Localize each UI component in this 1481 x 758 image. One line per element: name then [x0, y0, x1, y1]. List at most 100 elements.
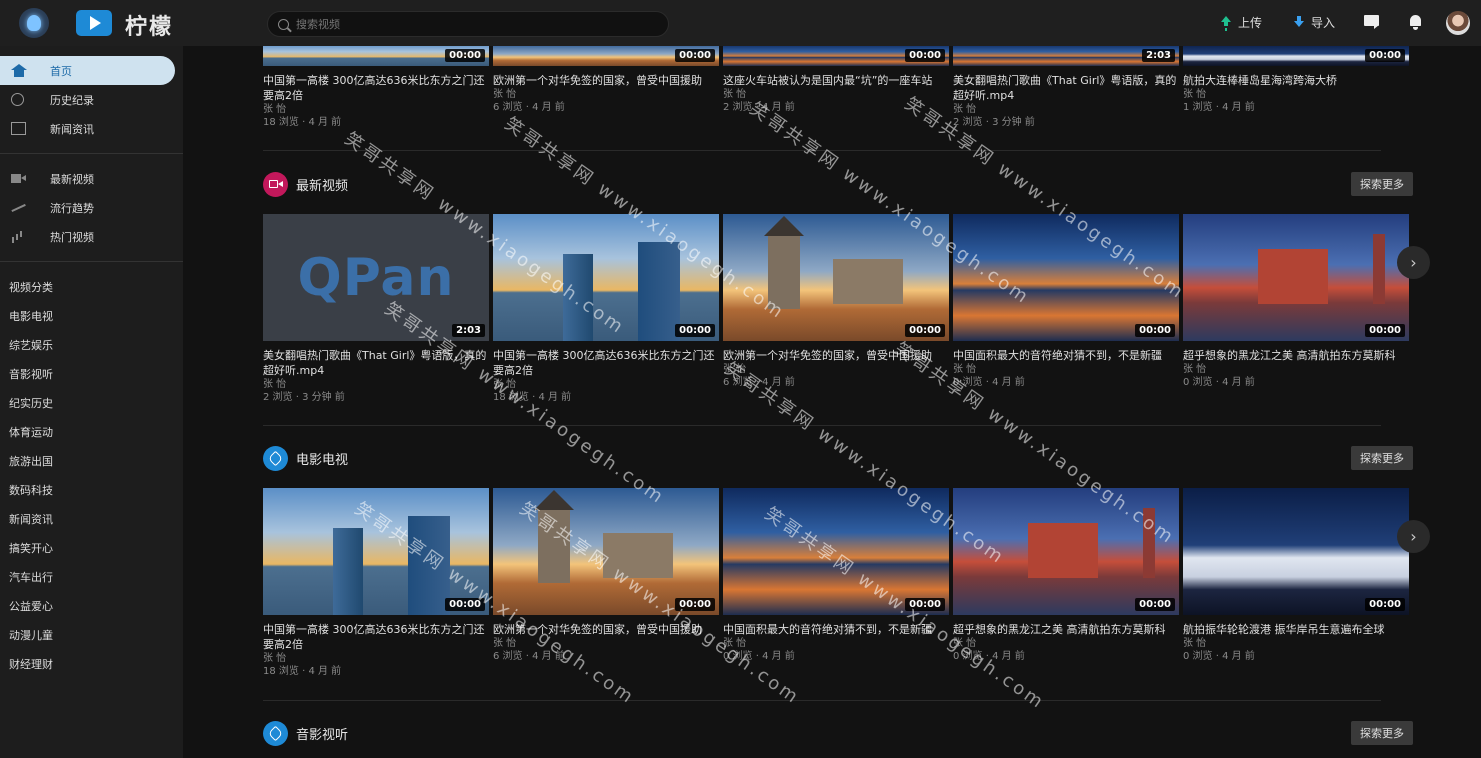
play-logo-icon[interactable] — [76, 10, 112, 36]
video-author[interactable]: 张 怡 — [1183, 88, 1409, 101]
sidebar-category-item[interactable]: 新闻资讯 — [0, 504, 183, 533]
top-header: 柠檬 上传 导入 — [0, 0, 1481, 46]
video-author[interactable]: 张 怡 — [493, 637, 719, 650]
video-author[interactable]: 张 怡 — [263, 378, 489, 391]
sidebar-item-hot[interactable]: 热门视频 — [0, 222, 183, 251]
sidebar-category-item[interactable]: 数码科技 — [0, 475, 183, 504]
video-thumbnail[interactable]: QPan 2:03 — [263, 214, 489, 341]
sidebar-category-item[interactable]: 体育运动 — [0, 417, 183, 446]
sidebar-category-item[interactable]: 纪实历史 — [0, 388, 183, 417]
video-card[interactable]: 00:00 超乎想象的黑龙江之美 高清航拍东方莫斯科张 怡0 浏览 · 4 月 前 — [1183, 214, 1409, 389]
video-card[interactable]: 00:00 中国面积最大的音符绝对猜不到，不是新疆张 怡0 浏览 · 4 月 前 — [953, 214, 1179, 389]
video-thumbnail[interactable]: 00:00 — [953, 488, 1179, 615]
video-title[interactable]: 航拍大连棒棰岛星海湾跨海大桥 — [1183, 73, 1409, 88]
sidebar-category-item[interactable]: 汽车出行 — [0, 562, 183, 591]
video-author[interactable]: 张 怡 — [953, 637, 1179, 650]
video-author[interactable]: 张 怡 — [263, 652, 489, 665]
sidebar-category-item[interactable]: 电影电视 — [0, 301, 183, 330]
explore-more-button[interactable]: 探索更多 — [1351, 721, 1413, 745]
bell-icon[interactable] — [1407, 14, 1425, 32]
video-title[interactable]: 美女翻唱热门歌曲《That Girl》粤语版，真的超好听.mp4 — [263, 348, 489, 378]
sidebar-category-item[interactable]: 动漫儿童 — [0, 620, 183, 649]
explore-more-button[interactable]: 探索更多 — [1351, 446, 1413, 470]
video-thumbnail[interactable]: 00:00 — [723, 488, 949, 615]
sidebar-category-item[interactable]: 音影视听 — [0, 359, 183, 388]
video-thumbnail[interactable]: 2:03 — [953, 46, 1179, 66]
sidebar-category-item[interactable]: 公益爱心 — [0, 591, 183, 620]
sidebar-category-item[interactable]: 综艺娱乐 — [0, 330, 183, 359]
video-author[interactable]: 张 怡 — [263, 103, 489, 116]
explore-more-button[interactable]: 探索更多 — [1351, 172, 1413, 196]
video-title[interactable]: 中国第一高楼 300亿高达636米比东方之门还要高2倍 — [263, 622, 489, 652]
video-card[interactable]: QPan 2:03 美女翻唱热门歌曲《That Girl》粤语版，真的超好听.mp4… — [263, 214, 489, 404]
duration-badge: 00:00 — [1365, 49, 1405, 62]
video-title[interactable]: 中国第一高楼 300亿高达636米比东方之门还要高2倍 — [493, 348, 719, 378]
video-meta: 2 浏览 · 3 分钟 前 — [263, 392, 345, 403]
video-card[interactable]: 00:00 中国第一高楼 300亿高达636米比东方之门还要高2倍张 怡 18 浏览… — [493, 214, 719, 404]
chevron-right-icon[interactable]: › — [1397, 246, 1430, 279]
video-thumbnail[interactable]: 00:00 — [263, 488, 489, 615]
video-author[interactable]: 张 怡 — [723, 637, 949, 650]
video-title[interactable]: 航拍振华轮轮渡港 振华岸吊生意遍布全球 — [1183, 622, 1409, 637]
video-author[interactable]: 张 怡 — [953, 103, 1179, 116]
video-card[interactable]: 00:00 中国面积最大的音符绝对猜不到，不是新疆张 怡0 浏览 · 4 月 前 — [723, 488, 949, 663]
sidebar-category-item[interactable]: 搞笑开心 — [0, 533, 183, 562]
video-thumbnail[interactable]: 00:00 — [493, 46, 719, 66]
video-title[interactable]: 中国面积最大的音符绝对猜不到，不是新疆 — [723, 622, 949, 637]
chat-icon[interactable] — [1363, 14, 1381, 32]
video-thumbnail[interactable]: 00:00 — [493, 214, 719, 341]
video-author[interactable]: 张 怡 — [1183, 363, 1409, 376]
sidebar-item-trending[interactable]: 流行趋势 — [0, 193, 183, 222]
video-thumbnail[interactable]: 00:00 — [493, 488, 719, 615]
video-author[interactable]: 张 怡 — [1183, 637, 1409, 650]
video-thumbnail[interactable]: 00:00 — [723, 46, 949, 66]
sidebar-item-news[interactable]: 新闻资讯 — [0, 114, 183, 143]
search-bar[interactable] — [267, 11, 669, 37]
import-button[interactable]: 导入 — [1293, 14, 1335, 31]
sidebar-item-label: 新闻资讯 — [50, 122, 94, 136]
video-card[interactable]: 00:00 中国第一高楼 300亿高达636米比东方之门还要高2倍张 怡 18 浏览… — [263, 46, 489, 129]
video-card[interactable]: 00:00 欧洲第一个对华免签的国家，曾受中国援助张 怡6 浏览 · 4 月 前 — [493, 46, 719, 114]
video-title[interactable]: 欧洲第一个对华免签的国家，曾受中国援助 — [493, 73, 719, 88]
chevron-right-icon[interactable]: › — [1397, 520, 1430, 553]
video-card[interactable]: 00:00 欧洲第一个对华免签的国家，曾受中国援助张 怡6 浏览 · 4 月 前 — [493, 488, 719, 663]
sidebar-category-item[interactable]: 财经理财 — [0, 649, 183, 678]
bulb-icon[interactable] — [19, 8, 49, 38]
video-title[interactable]: 这座火车站被认为是国内最“坑”的一座车站 — [723, 73, 949, 88]
video-card[interactable]: 00:00 航拍大连棒棰岛星海湾跨海大桥张 怡1 浏览 · 4 月 前 — [1183, 46, 1409, 114]
video-title[interactable]: 中国第一高楼 300亿高达636米比东方之门还要高2倍 — [263, 73, 489, 103]
sidebar-item-home[interactable]: 首页 — [0, 56, 175, 85]
sidebar-item-history[interactable]: 历史纪录 — [0, 85, 183, 114]
video-card[interactable]: 2:03 美女翻唱热门歌曲《That Girl》粤语版，真的超好听.mp4 张 怡2… — [953, 46, 1179, 129]
avatar[interactable] — [1446, 11, 1470, 35]
video-thumbnail[interactable]: 00:00 — [263, 46, 489, 66]
video-title[interactable]: 欧洲第一个对华免签的国家，曾受中国援助 — [493, 622, 719, 637]
video-title[interactable]: 超乎想象的黑龙江之美 高清航拍东方莫斯科 — [1183, 348, 1409, 363]
video-card[interactable]: 00:00 这座火车站被认为是国内最“坑”的一座车站张 怡2 浏览 · 4 月 前 — [723, 46, 949, 114]
video-thumbnail[interactable]: 00:00 — [1183, 214, 1409, 341]
video-thumbnail[interactable]: 00:00 — [723, 214, 949, 341]
history-icon — [11, 93, 24, 106]
video-author[interactable]: 张 怡 — [493, 378, 719, 391]
video-author[interactable]: 张 怡 — [723, 88, 949, 101]
upload-button[interactable]: 上传 — [1220, 14, 1262, 31]
brand-name[interactable]: 柠檬 — [125, 9, 173, 41]
video-author[interactable]: 张 怡 — [953, 363, 1179, 376]
video-meta: 2 浏览 · 4 月 前 — [723, 102, 795, 113]
video-card[interactable]: 00:00 航拍振华轮轮渡港 振华岸吊生意遍布全球张 怡0 浏览 · 4 月 前 — [1183, 488, 1409, 663]
sidebar-category-item[interactable]: 旅游出国 — [0, 446, 183, 475]
video-title[interactable]: 美女翻唱热门歌曲《That Girl》粤语版，真的超好听.mp4 — [953, 73, 1179, 103]
video-thumbnail[interactable]: 00:00 — [953, 214, 1179, 341]
video-card[interactable]: 00:00 欧洲第一个对华免签的国家，曾受中国援助张 怡6 浏览 · 4 月 前 — [723, 214, 949, 389]
video-thumbnail[interactable]: 00:00 — [1183, 46, 1409, 66]
sidebar-item-latest[interactable]: 最新视频 — [0, 164, 183, 193]
video-author[interactable]: 张 怡 — [723, 363, 949, 376]
video-card[interactable]: 00:00 中国第一高楼 300亿高达636米比东方之门还要高2倍张 怡 18 浏览… — [263, 488, 489, 678]
video-author[interactable]: 张 怡 — [493, 88, 719, 101]
video-thumbnail[interactable]: 00:00 — [1183, 488, 1409, 615]
video-title[interactable]: 中国面积最大的音符绝对猜不到，不是新疆 — [953, 348, 1179, 363]
video-title[interactable]: 欧洲第一个对华免签的国家，曾受中国援助 — [723, 348, 949, 363]
search-input[interactable] — [296, 17, 636, 31]
video-title[interactable]: 超乎想象的黑龙江之美 高清航拍东方莫斯科 — [953, 622, 1179, 637]
video-card[interactable]: 00:00 超乎想象的黑龙江之美 高清航拍东方莫斯科张 怡0 浏览 · 4 月 前 — [953, 488, 1179, 663]
